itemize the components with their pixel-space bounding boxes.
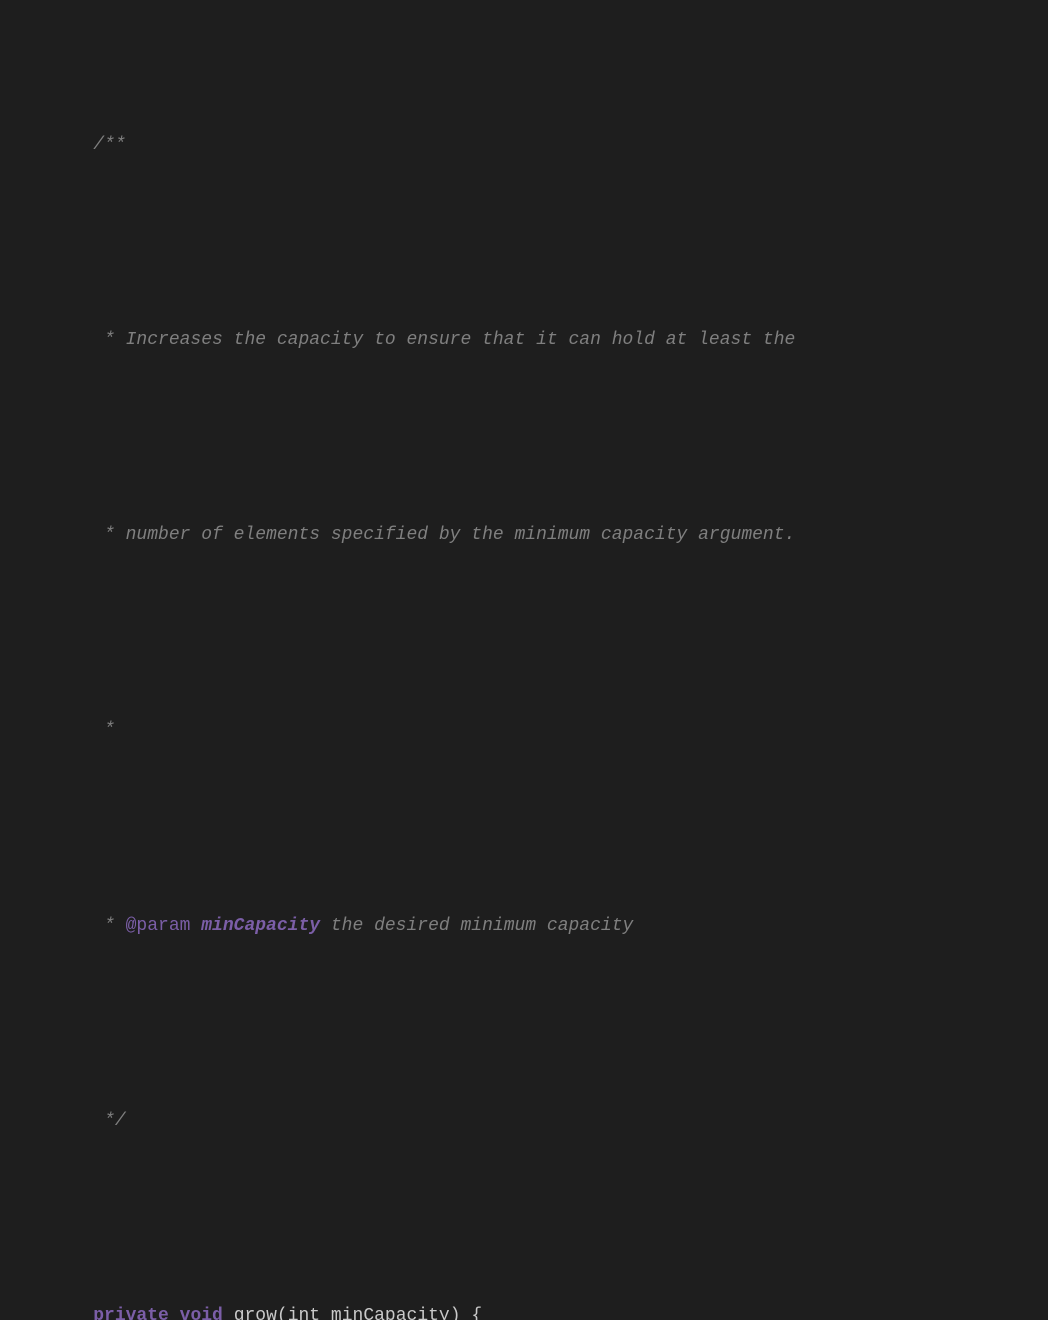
comment-line1: * Increases the capacity to ensure that … bbox=[40, 299, 1048, 383]
method-name-space bbox=[223, 1306, 234, 1320]
comment-open-line: /** bbox=[40, 104, 1048, 188]
code-block: /** * Increases the capacity to ensure t… bbox=[40, 20, 1048, 1320]
keyword-void-text: void bbox=[180, 1306, 223, 1320]
comment-close-line: */ bbox=[40, 1080, 1048, 1164]
comment-text1: * Increases the capacity to ensure that … bbox=[93, 330, 795, 350]
comment-param-desc: the desired minimum capacity bbox=[320, 916, 633, 936]
comment-param-line: * @param minCapacity the desired minimum… bbox=[40, 885, 1048, 969]
annotation-tag: @param bbox=[126, 916, 191, 936]
comment-open: /** bbox=[93, 135, 125, 155]
method-params: (int minCapacity) { bbox=[277, 1306, 482, 1320]
method-name: grow bbox=[234, 1306, 277, 1320]
comment-close: */ bbox=[93, 1111, 125, 1131]
comment-line3: * bbox=[40, 689, 1048, 773]
comment-text2: * number of elements specified by the mi… bbox=[93, 525, 795, 545]
keyword-void bbox=[169, 1306, 180, 1320]
comment-param-pre: * bbox=[93, 916, 125, 936]
param-name: minCapacity bbox=[190, 916, 320, 936]
comment-line2: * number of elements specified by the mi… bbox=[40, 494, 1048, 578]
comment-text3: * bbox=[93, 720, 115, 740]
keyword-private: private bbox=[93, 1306, 169, 1320]
method-signature-line: private void grow(int minCapacity) { bbox=[40, 1275, 1048, 1320]
